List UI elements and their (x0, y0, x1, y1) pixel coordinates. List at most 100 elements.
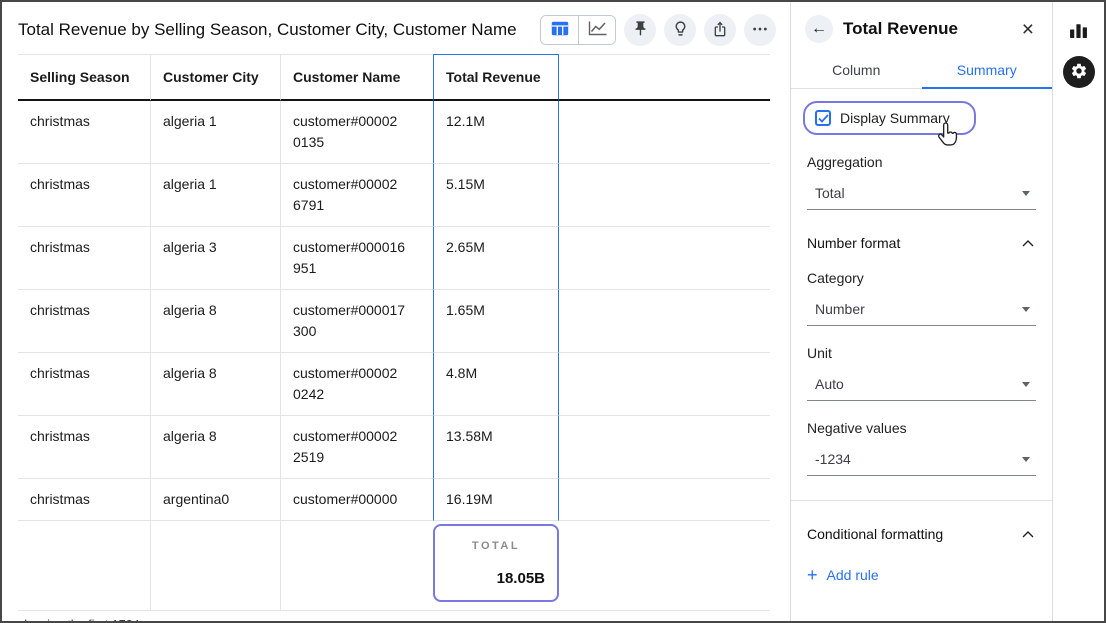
caret-down-icon (1022, 191, 1030, 196)
back-button[interactable]: ← (805, 15, 833, 43)
panel-body: Display Summary Aggregation Total Number… (791, 89, 1052, 621)
column-header-customer-name[interactable]: Customer Name (281, 54, 433, 101)
table-cell[interactable]: christmas (18, 101, 151, 164)
table-cell[interactable]: 13.58M (433, 416, 559, 479)
display-summary-checkbox[interactable] (815, 110, 831, 126)
aggregation-value: Total (815, 185, 845, 201)
table-row: christmas algeria 8 customer#00002 0242 … (18, 353, 770, 416)
table-cell[interactable]: customer#00002 6791 (281, 164, 433, 227)
hand-cursor-icon (935, 122, 960, 154)
table-view-button[interactable] (541, 16, 578, 44)
header-row: Selling Season Customer City Customer Na… (18, 54, 770, 101)
negative-values-label: Negative values (807, 420, 1036, 436)
row-count-note: showing the first 1724 rows (2, 611, 790, 621)
table-row: christmas algeria 1 customer#00002 0135 … (18, 101, 770, 164)
panel-header: ← Total Revenue × (791, 2, 1052, 52)
table-cell[interactable]: customer#00002 0242 (281, 353, 433, 416)
unit-label: Unit (807, 345, 1036, 361)
right-toolbar (1053, 2, 1104, 621)
panel-tabs: Column Summary (791, 52, 1052, 89)
add-rule-link[interactable]: + Add rule (807, 566, 1036, 584)
table-cell[interactable]: christmas (18, 479, 151, 521)
chart-view-button[interactable] (578, 16, 615, 44)
panel-title: Total Revenue (843, 19, 1006, 39)
unit-select[interactable]: Auto (807, 370, 1036, 401)
table-cell[interactable]: algeria 8 (151, 416, 281, 479)
table-icon (551, 21, 569, 39)
table-cell[interactable]: christmas (18, 416, 151, 479)
summary-row: TOTAL 18.05B (18, 521, 770, 611)
table-cell[interactable]: 5.15M (433, 164, 559, 227)
plus-icon: + (807, 566, 818, 584)
negative-values-field: Negative values -1234 (807, 420, 1036, 476)
table-cell[interactable]: customer#00002 0135 (281, 101, 433, 164)
view-switcher (540, 15, 616, 45)
chevron-up-icon (1022, 531, 1034, 538)
more-icon (752, 21, 768, 40)
aggregation-select[interactable]: Total (807, 179, 1036, 210)
close-icon: × (1022, 18, 1034, 41)
table-cell[interactable]: algeria 1 (151, 164, 281, 227)
share-icon (712, 21, 728, 40)
caret-down-icon (1022, 307, 1030, 312)
chart-panel-button[interactable] (1069, 20, 1088, 42)
unit-value: Auto (815, 376, 844, 392)
table-row: christmas argentina0 customer#00000 16.1… (18, 479, 770, 521)
check-icon (818, 114, 829, 123)
collapse-conditional-formatting-button[interactable] (1020, 529, 1036, 540)
table-cell[interactable]: christmas (18, 290, 151, 353)
number-format-label: Number format (807, 235, 900, 251)
bar-chart-icon (1069, 20, 1088, 42)
table-cell[interactable]: customer#000017 300 (281, 290, 433, 353)
table-cell[interactable]: customer#00002 2519 (281, 416, 433, 479)
table-row: christmas algeria 8 customer#00002 2519 … (18, 416, 770, 479)
category-value: Number (815, 301, 865, 317)
column-settings-panel: ← Total Revenue × Column Summary Display… (791, 2, 1053, 621)
pin-button[interactable] (624, 14, 656, 46)
table-cell[interactable]: 2.65M (433, 227, 559, 290)
table-cell[interactable]: algeria 3 (151, 227, 281, 290)
column-header-selling-season[interactable]: Selling Season (18, 54, 151, 101)
tab-summary[interactable]: Summary (922, 52, 1053, 89)
table-cell[interactable]: argentina0 (151, 479, 281, 521)
table-cell[interactable]: 1.65M (433, 290, 559, 353)
pin-icon (632, 20, 649, 40)
table-cell[interactable]: christmas (18, 353, 151, 416)
settings-button[interactable] (1063, 56, 1095, 88)
column-header-total-revenue[interactable]: Total Revenue (433, 54, 559, 101)
table-cell[interactable]: algeria 1 (151, 101, 281, 164)
table-cell[interactable]: 16.19M (433, 479, 559, 521)
category-select[interactable]: Number (807, 295, 1036, 326)
more-button[interactable] (744, 14, 776, 46)
table-cell[interactable]: customer#000016 951 (281, 227, 433, 290)
insights-button[interactable] (664, 14, 696, 46)
line-chart-icon (588, 21, 607, 39)
summary-total-label: TOTAL (447, 536, 545, 557)
aggregation-label: Aggregation (807, 154, 1036, 170)
table-row: christmas algeria 1 customer#00002 6791 … (18, 164, 770, 227)
column-header-empty (559, 54, 770, 101)
results-table: Selling Season Customer City Customer Na… (18, 54, 770, 611)
answer-header: Total Revenue by Selling Season, Custome… (2, 2, 790, 54)
gear-icon (1070, 62, 1088, 83)
collapse-number-format-button[interactable] (1020, 238, 1036, 249)
chevron-up-icon (1022, 240, 1034, 247)
tab-column[interactable]: Column (791, 52, 922, 88)
table-row: christmas algeria 8 customer#000017 300 … (18, 290, 770, 353)
table-cell[interactable]: algeria 8 (151, 290, 281, 353)
arrow-left-icon: ← (811, 21, 827, 37)
table-cell[interactable]: 4.8M (433, 353, 559, 416)
column-header-customer-city[interactable]: Customer City (151, 54, 281, 101)
table-cell[interactable]: christmas (18, 227, 151, 290)
table-cell[interactable]: algeria 8 (151, 353, 281, 416)
display-summary-option[interactable]: Display Summary (803, 101, 976, 135)
share-button[interactable] (704, 14, 736, 46)
table-cell[interactable]: 12.1M (433, 101, 559, 164)
table-cell[interactable]: customer#00000 (281, 479, 433, 521)
answer-toolbar (540, 14, 776, 46)
lightbulb-icon (672, 20, 689, 40)
caret-down-icon (1022, 382, 1030, 387)
close-button[interactable]: × (1016, 17, 1040, 42)
negative-values-select[interactable]: -1234 (807, 445, 1036, 476)
table-cell[interactable]: christmas (18, 164, 151, 227)
